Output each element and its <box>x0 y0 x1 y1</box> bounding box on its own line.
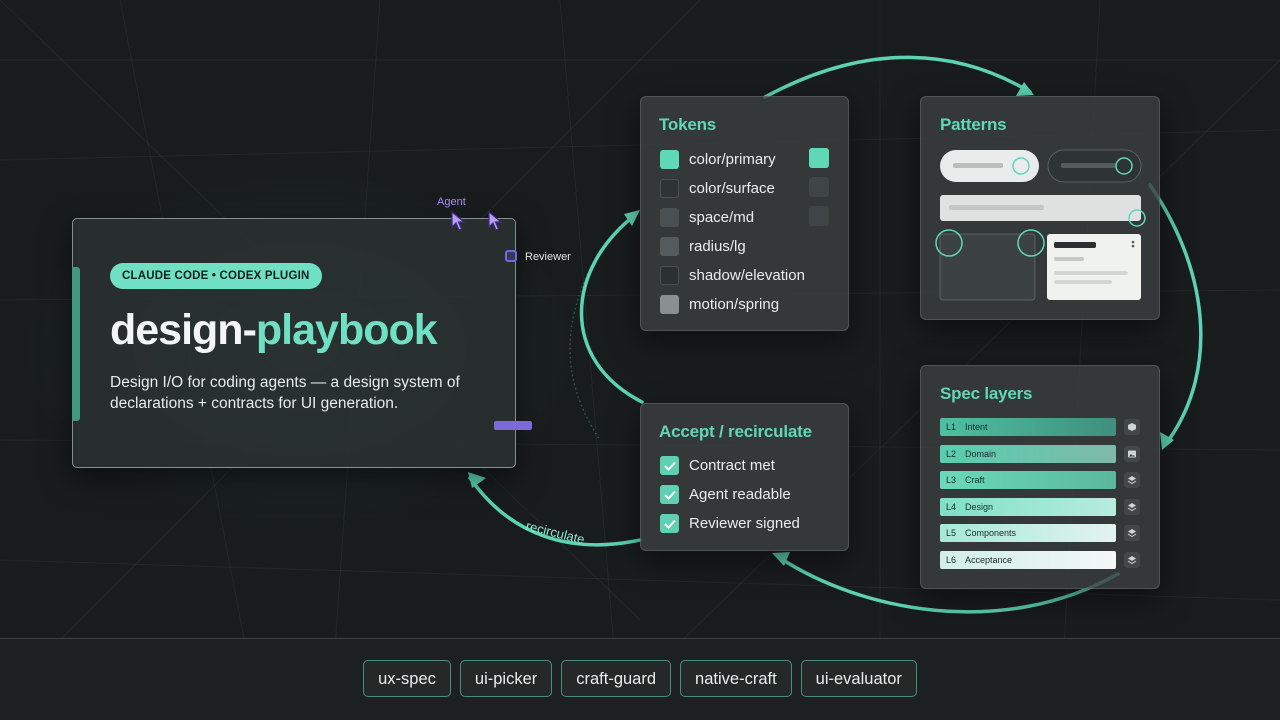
tokens-card: Tokens color/primary color/surface space… <box>640 96 849 331</box>
layer-code: L3 <box>946 475 957 485</box>
product-description: Design I/O for coding agents — a design … <box>110 374 460 412</box>
gray-preview-swatch-icon <box>809 177 829 197</box>
check-label: Contract met <box>689 457 775 474</box>
skill-chips: ux-spec ui-picker craft-guard native-cra… <box>0 660 1280 697</box>
chip-craft-guard[interactable]: craft-guard <box>561 660 672 697</box>
layer-code: L5 <box>946 528 957 538</box>
teal-preview-swatch-icon <box>809 148 829 168</box>
platform-badge: CLAUDE CODE • CODEX PLUGIN <box>110 263 322 289</box>
chip-ui-picker[interactable]: ui-picker <box>459 660 553 697</box>
spec-layer-row: L5 Components <box>940 524 1116 542</box>
second-cursor-icon <box>488 211 503 231</box>
dark-swatch-icon <box>660 265 679 285</box>
layer-name: Intent <box>965 422 988 432</box>
patterns-preview <box>935 149 1146 301</box>
reviewer-marker-icon <box>505 250 517 262</box>
cube-icon <box>1124 419 1140 435</box>
light-gray-swatch-icon <box>660 294 679 314</box>
token-row: space/md <box>660 207 754 227</box>
layer-code: L6 <box>946 555 957 565</box>
accept-card: Accept / recirculate Contract met Agent … <box>640 403 849 551</box>
check-label: Agent readable <box>689 486 791 503</box>
token-label: space/md <box>689 208 755 226</box>
agent-cursor-icon <box>451 211 466 231</box>
layer-name: Components <box>965 528 1017 538</box>
check-row: Agent readable <box>660 485 791 504</box>
layer-name: Acceptance <box>965 555 1013 565</box>
layer-name: Craft <box>965 475 985 485</box>
dark-swatch-icon <box>660 178 679 198</box>
token-row: color/primary <box>660 149 776 169</box>
layers-icon <box>1124 499 1140 515</box>
selection-tag <box>494 421 532 430</box>
token-row: motion/spring <box>660 294 779 314</box>
gray-preview-swatch-icon <box>809 206 829 226</box>
layer-code: L2 <box>946 449 957 459</box>
token-row: radius/lg <box>660 236 746 256</box>
token-label: color/surface <box>689 179 775 197</box>
layers-icon <box>1124 552 1140 568</box>
reviewer-label: Reviewer <box>525 251 571 263</box>
layers-icon <box>1124 525 1140 541</box>
spec-layer-row: L4 Design <box>940 498 1116 516</box>
spec-layers-card: Spec layers L1 Intent L2 Domain L3 Craft L4… <box>920 365 1160 589</box>
spec-layers-title: Spec layers <box>940 384 1033 403</box>
checkmark-icon <box>660 514 679 533</box>
token-label: shadow/elevation <box>689 266 805 284</box>
spec-layer-row: L3 Craft <box>940 471 1116 489</box>
layer-name: Domain <box>965 449 997 459</box>
product-title: design-playbook <box>110 306 438 355</box>
gray-swatch-icon <box>660 207 679 227</box>
layer-name: Design <box>965 502 994 512</box>
chip-ux-spec[interactable]: ux-spec <box>363 660 451 697</box>
token-label: motion/spring <box>689 295 780 313</box>
spec-layer-row: L1 Intent <box>940 418 1116 436</box>
layer-code: L4 <box>946 502 957 512</box>
image-icon <box>1124 446 1140 462</box>
check-label: Reviewer signed <box>689 515 800 532</box>
teal-swatch-icon <box>660 149 679 169</box>
token-label: radius/lg <box>689 237 746 255</box>
chip-native-craft[interactable]: native-craft <box>680 660 792 697</box>
agent-label: Agent <box>437 196 466 208</box>
layer-code: L1 <box>946 422 957 432</box>
accept-title: Accept / recirculate <box>659 422 812 441</box>
token-row: shadow/elevation <box>660 265 805 285</box>
gray-swatch-icon <box>660 236 679 256</box>
title-main: design- <box>110 306 257 354</box>
check-row: Reviewer signed <box>660 514 800 533</box>
spec-layer-row: L6 Acceptance <box>940 551 1116 569</box>
check-row: Contract met <box>660 456 775 475</box>
chip-ui-evaluator[interactable]: ui-evaluator <box>800 660 917 697</box>
token-row: color/surface <box>660 178 775 198</box>
layers-icon <box>1124 472 1140 488</box>
checkmark-icon <box>660 456 679 475</box>
title-accent: playbook <box>255 306 438 354</box>
token-label: color/primary <box>689 150 776 168</box>
tokens-title: Tokens <box>659 115 717 134</box>
checkmark-icon <box>660 485 679 504</box>
patterns-card: Patterns <box>920 96 1160 320</box>
spec-layer-row: L2 Domain <box>940 445 1116 463</box>
hero-accent-edge <box>72 267 80 421</box>
